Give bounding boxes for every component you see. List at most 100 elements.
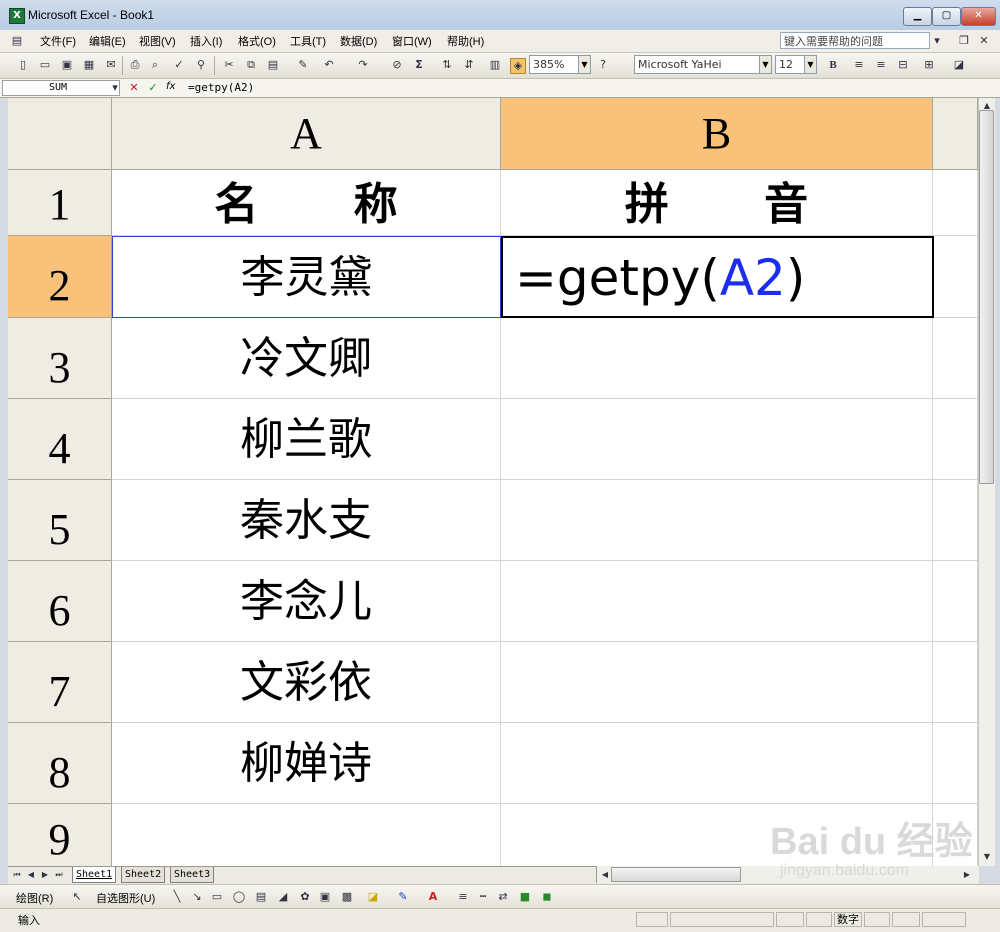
cell-b6[interactable] xyxy=(501,561,933,642)
cell-a5[interactable]: 秦水支 xyxy=(112,480,501,561)
copy-icon[interactable]: ⧉ xyxy=(244,58,258,72)
line-icon[interactable]: ╲ xyxy=(170,890,184,904)
chevron-down-icon[interactable]: ▾ xyxy=(930,34,944,48)
prev-sheet-icon[interactable]: ◀ xyxy=(24,868,38,882)
rectangle-icon[interactable]: ▭ xyxy=(210,890,224,904)
column-header-b[interactable]: B xyxy=(501,98,933,170)
menu-edit[interactable]: 编辑(E) xyxy=(89,33,126,49)
font-select[interactable]: Microsoft YaHei xyxy=(634,55,760,74)
cell-c4[interactable] xyxy=(933,399,978,480)
font-color-icon[interactable]: A xyxy=(426,890,440,904)
cut-icon[interactable]: ✂ xyxy=(222,58,236,72)
menu-view[interactable]: 视图(V) xyxy=(139,33,176,49)
undo-icon[interactable]: ↶ xyxy=(322,58,336,72)
chevron-down-icon[interactable]: ▾ xyxy=(108,81,122,95)
merge-center-icon[interactable]: ⊟ xyxy=(896,58,910,72)
cell-c3[interactable] xyxy=(933,318,978,399)
cancel-icon[interactable]: ✕ xyxy=(127,81,141,95)
cell-a4[interactable]: 柳兰歌 xyxy=(112,399,501,480)
chart-wizard-icon[interactable]: ▥ xyxy=(488,58,502,72)
document-icon[interactable]: ▤ xyxy=(10,34,24,48)
cell-b1[interactable]: 拼 音 xyxy=(501,170,933,236)
draw-menu[interactable]: 绘图(R) xyxy=(16,890,53,906)
autosum-icon[interactable]: Σ xyxy=(412,58,426,72)
formula-input[interactable]: =getpy(A2) xyxy=(188,81,254,94)
cell-a2[interactable]: 李灵黛 xyxy=(112,236,501,318)
last-sheet-icon[interactable]: ⏭ xyxy=(52,868,66,882)
spelling-icon[interactable]: ✓ xyxy=(172,58,186,72)
enter-icon[interactable]: ✓ xyxy=(146,81,160,95)
arrow-icon[interactable]: ↘ xyxy=(190,890,204,904)
cell-c8[interactable] xyxy=(933,723,978,804)
close-button[interactable]: ✕ xyxy=(961,7,996,26)
cell-a9[interactable] xyxy=(112,804,501,866)
row-header-9[interactable]: 9 xyxy=(8,804,112,866)
line-color-icon[interactable]: ✎ xyxy=(396,890,410,904)
textbox-icon[interactable]: ▤ xyxy=(254,890,268,904)
fill-color-icon[interactable]: ◪ xyxy=(366,890,380,904)
cell-a3[interactable]: 冷文卿 xyxy=(112,318,501,399)
row-header-4[interactable]: 4 xyxy=(8,399,112,480)
format-painter-icon[interactable]: ✎ xyxy=(296,58,310,72)
shadow-icon[interactable]: ■ xyxy=(518,890,532,904)
maximize-button[interactable]: ▢ xyxy=(932,7,961,26)
sheet-tab-3[interactable]: Sheet3 xyxy=(170,867,215,883)
sort-ascending-icon[interactable]: ⇅ xyxy=(440,58,454,72)
cell-a8[interactable]: 柳婵诗 xyxy=(112,723,501,804)
bold-button[interactable]: B xyxy=(826,58,840,72)
row-header-6[interactable]: 6 xyxy=(8,561,112,642)
research-icon[interactable]: ⚲ xyxy=(194,58,208,72)
menu-data[interactable]: 数据(D) xyxy=(340,33,377,49)
zoom-select[interactable]: 385% xyxy=(529,55,579,74)
save-icon[interactable]: ▣ xyxy=(60,58,74,72)
cell-c2[interactable] xyxy=(934,236,978,318)
picture-icon[interactable]: ▩ xyxy=(340,890,354,904)
oval-icon[interactable]: ◯ xyxy=(232,890,246,904)
cell-c6[interactable] xyxy=(933,561,978,642)
minimize-button[interactable]: ▁ xyxy=(903,7,932,26)
insert-function-icon[interactable]: fx xyxy=(166,81,175,92)
menu-insert[interactable]: 插入(I) xyxy=(190,33,222,49)
first-sheet-icon[interactable]: ⏮ xyxy=(10,868,24,882)
help-question-input[interactable]: 键入需要帮助的问题 xyxy=(780,32,930,49)
menu-format[interactable]: 格式(O) xyxy=(238,33,276,49)
cell-b7[interactable] xyxy=(501,642,933,723)
paste-icon[interactable]: ▤ xyxy=(266,58,280,72)
line-style-icon[interactable]: ≡ xyxy=(456,890,470,904)
row-header-3[interactable]: 3 xyxy=(8,318,112,399)
wordart-icon[interactable]: ◢ xyxy=(276,890,290,904)
sheet-tab-2[interactable]: Sheet2 xyxy=(121,867,166,883)
row-header-8[interactable]: 8 xyxy=(8,723,112,804)
row-header-1[interactable]: 1 xyxy=(8,170,112,236)
spreadsheet-grid[interactable]: A B 1 2 3 4 5 6 7 8 9 名 称 拼 音 李灵黛 =getpy… xyxy=(8,98,978,866)
autoshapes-menu[interactable]: 自选图形(U) xyxy=(96,890,155,906)
scroll-down-icon[interactable]: ▼ xyxy=(980,850,994,864)
menu-tools[interactable]: 工具(T) xyxy=(290,33,326,49)
arrow-style-icon[interactable]: ⇄ xyxy=(496,890,510,904)
cell-b8[interactable] xyxy=(501,723,933,804)
sheet-tab-1[interactable]: Sheet1 xyxy=(72,867,117,883)
clipart-icon[interactable]: ▣ xyxy=(318,890,332,904)
column-header-a[interactable]: A xyxy=(112,98,501,170)
sort-descending-icon[interactable]: ⇵ xyxy=(462,58,476,72)
excel-icon[interactable]: X xyxy=(9,8,25,24)
restore-icon[interactable]: ❐ xyxy=(957,34,971,48)
fill-color-icon[interactable]: ◪ xyxy=(952,58,966,72)
name-box[interactable]: SUM xyxy=(2,80,120,96)
cell-a6[interactable]: 李念儿 xyxy=(112,561,501,642)
menu-file[interactable]: 文件(F) xyxy=(40,33,76,49)
cell-b3[interactable] xyxy=(501,318,933,399)
row-header-5[interactable]: 5 xyxy=(8,480,112,561)
cell-c5[interactable] xyxy=(933,480,978,561)
select-all-corner[interactable] xyxy=(8,98,112,170)
cell-b2-editing[interactable]: =getpy(A2) xyxy=(501,236,934,318)
open-icon[interactable]: ▭ xyxy=(38,58,52,72)
cell-c1[interactable] xyxy=(933,170,978,236)
permission-icon[interactable]: ▦ xyxy=(82,58,96,72)
row-header-2[interactable]: 2 xyxy=(8,236,112,318)
print-icon[interactable]: ⎙ xyxy=(128,58,142,72)
cell-b4[interactable] xyxy=(501,399,933,480)
row-header-7[interactable]: 7 xyxy=(8,642,112,723)
chevron-down-icon[interactable]: ▼ xyxy=(804,55,817,74)
3d-icon[interactable]: ◼ xyxy=(540,890,554,904)
